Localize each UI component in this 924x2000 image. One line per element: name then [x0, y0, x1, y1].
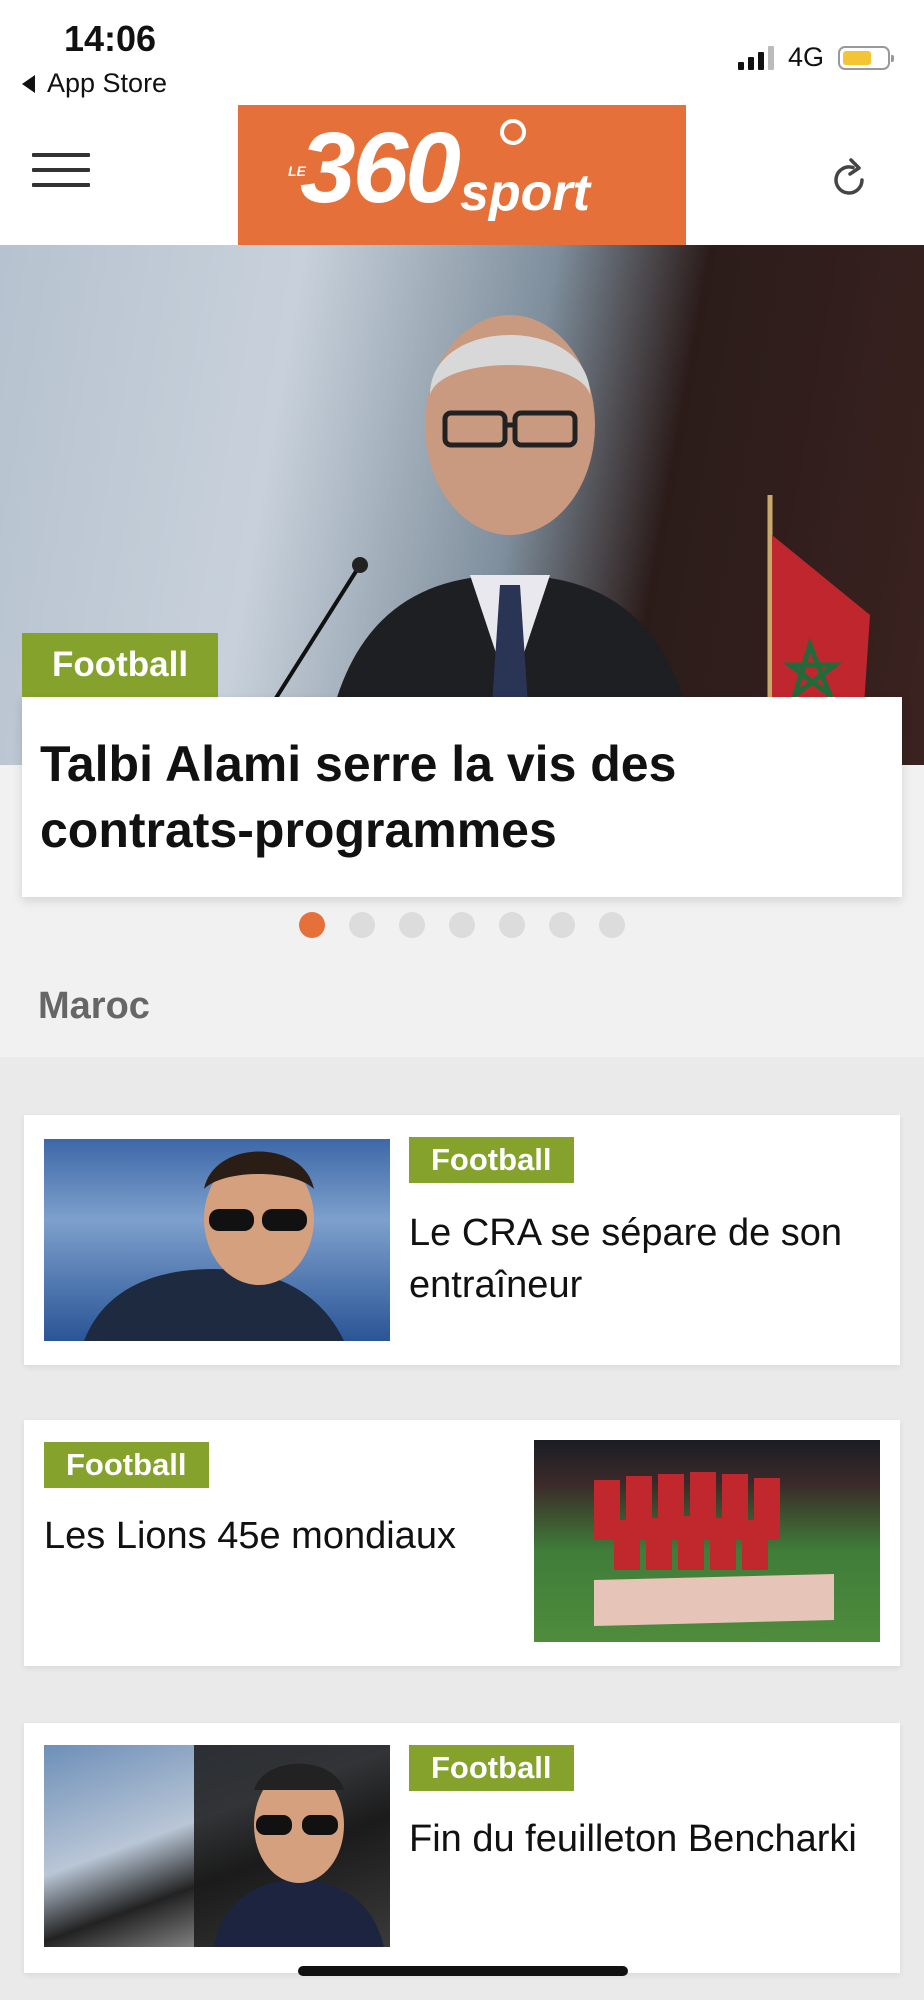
article-photo-illustration	[594, 1472, 834, 1626]
article-card[interactable]: Football Le CRA se sépare de son entraîn…	[24, 1115, 900, 1365]
carousel-pagination[interactable]	[0, 912, 924, 938]
article-title: Le CRA se sépare de son entraîneur	[409, 1212, 843, 1306]
article-category-tag[interactable]: Football	[44, 1442, 209, 1488]
signal-icon	[737, 45, 774, 70]
status-indicators: 4G	[737, 42, 894, 73]
article-category-tag[interactable]: Football	[409, 1137, 574, 1183]
article-title: Les Lions 45e mondiaux	[44, 1515, 456, 1557]
hero-headline-card[interactable]: Talbi Alami serre la vis des contrats-pr…	[22, 697, 902, 897]
article-thumbnail	[44, 1745, 390, 1947]
article-title: Fin du feuilleton Bencharki	[409, 1818, 857, 1860]
carousel-dot-1[interactable]	[299, 912, 325, 938]
hamburger-icon	[32, 153, 90, 157]
app-header: LE 360 sport	[0, 105, 924, 246]
refresh-icon[interactable]	[826, 157, 872, 203]
article-card[interactable]: Football Fin du feuilleton Bencharki	[24, 1723, 900, 1973]
hero-carousel[interactable]: Football Talbi Alami serre la vis des co…	[0, 245, 924, 897]
status-time: 14:06	[64, 18, 157, 59]
back-arrow-icon	[22, 74, 35, 93]
hero-category-tag[interactable]: Football	[22, 633, 219, 697]
carousel-dot-7[interactable]	[599, 912, 625, 938]
article-thumbnail	[534, 1440, 880, 1642]
carousel-dot-2[interactable]	[349, 912, 375, 938]
home-indicator[interactable]	[298, 1966, 628, 1976]
carousel-dot-4[interactable]	[449, 912, 475, 938]
battery-icon	[838, 45, 894, 70]
article-photo-illustration	[84, 1151, 344, 1341]
carousel-dot-6[interactable]	[549, 912, 575, 938]
article-feed: Football Le CRA se sépare de son entraîn…	[0, 1057, 924, 2000]
menu-button[interactable]	[32, 153, 90, 193]
hero-title: Talbi Alami serre la vis des contrats-pr…	[40, 736, 677, 858]
article-card[interactable]: Football Les Lions 45e mondiaux	[24, 1420, 900, 1666]
network-type: 4G	[787, 42, 824, 72]
logo-sport: sport	[460, 164, 590, 222]
article-photo-illustration	[194, 1745, 390, 1947]
back-to-app-store[interactable]: App Store	[22, 68, 167, 99]
logo-degree-icon	[500, 119, 526, 145]
logo-number: 360	[300, 112, 461, 224]
back-app-label: App Store	[47, 68, 168, 98]
article-category-tag[interactable]: Football	[409, 1745, 574, 1791]
status-bar: 14:06 App Store 4G	[0, 0, 924, 105]
app-logo[interactable]: LE 360 sport	[238, 105, 686, 245]
carousel-dot-5[interactable]	[499, 912, 525, 938]
carousel-dot-3[interactable]	[399, 912, 425, 938]
article-thumbnail	[44, 1139, 390, 1341]
section-title: Maroc	[38, 985, 150, 1027]
